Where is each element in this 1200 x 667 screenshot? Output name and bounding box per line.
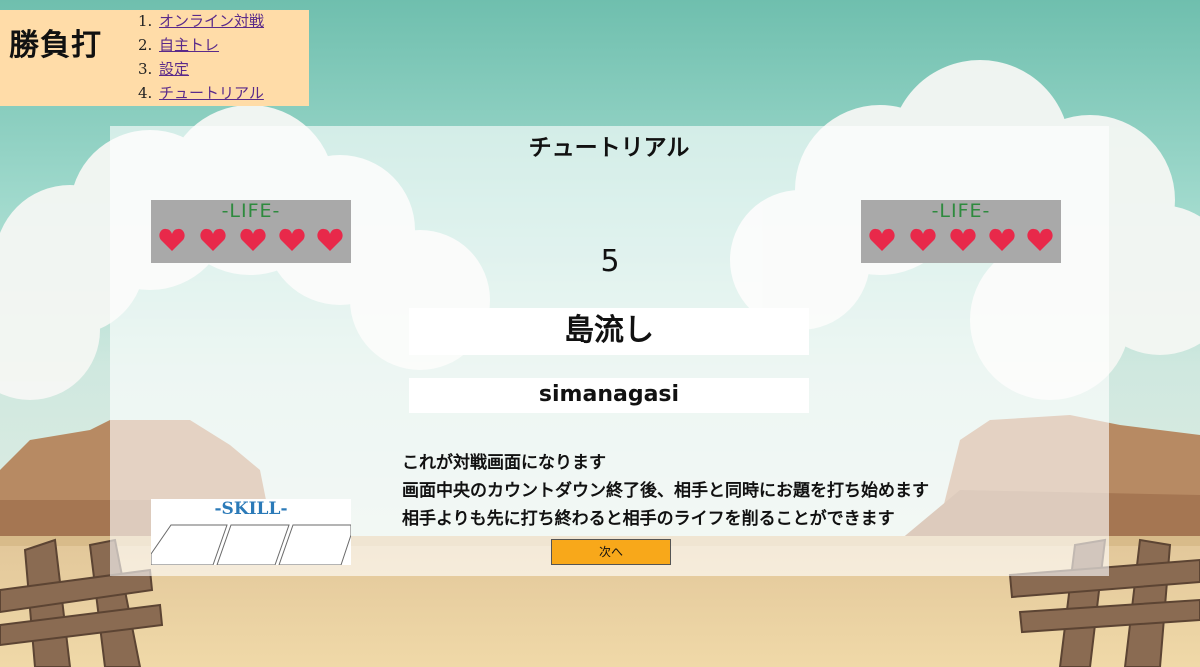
description-line: 相手よりも先に打ち終わると相手のライフを削ることができます (402, 509, 895, 529)
skill-slot (216, 524, 290, 565)
heart-icon (240, 228, 266, 251)
skill-box: -SKILL- (151, 499, 351, 565)
heart-icon (989, 228, 1015, 251)
nav-item-tutorial: 4. チュートリアル (138, 82, 264, 106)
heart-icon (910, 228, 936, 251)
tutorial-description: これが対戦画面になります 画面中央のカウントダウン終了後、相手と同時にお題を打ち… (402, 449, 929, 533)
skill-slot (151, 524, 228, 565)
nav-number: 4. (138, 84, 153, 102)
nav-number: 3. (138, 60, 153, 78)
heart-icon (869, 228, 895, 251)
player-life-box: -LIFE- (151, 200, 351, 263)
description-line: 画面中央のカウントダウン終了後、相手と同時にお題を打ち始めます (402, 481, 929, 501)
life-label: -LIFE- (931, 200, 991, 222)
nav-link-online-battle[interactable]: オンライン対戦 (159, 12, 264, 30)
heart-icon (159, 228, 185, 251)
opponent-life-box: -LIFE- (861, 200, 1061, 263)
heart-icon (317, 228, 343, 251)
top-nav: 勝負打 1. オンライン対戦 2. 自主トレ 3. 設定 4. チュートリアル (0, 10, 309, 106)
app-logo: 勝負打 (9, 28, 102, 63)
nav-link-self-training[interactable]: 自主トレ (159, 36, 219, 54)
nav-link-tutorial[interactable]: チュートリアル (159, 84, 264, 102)
life-label: -LIFE- (221, 200, 281, 222)
target-romaji: simanagasi (409, 378, 809, 413)
nav-number: 1. (138, 12, 153, 30)
heart-icon (950, 228, 976, 251)
heart-icon (200, 228, 226, 251)
skill-slot (278, 524, 351, 565)
countdown-number: 5 (600, 244, 620, 279)
nav-item-practice: 2. 自主トレ (138, 34, 264, 58)
heart-icon (279, 228, 305, 251)
description-line: これが対戦画面になります (402, 453, 606, 473)
target-word: 島流し (409, 308, 809, 355)
nav-item-online: 1. オンライン対戦 (138, 10, 264, 34)
nav-number: 2. (138, 36, 153, 54)
nav-item-settings: 3. 設定 (138, 58, 264, 82)
skill-slots (151, 524, 351, 565)
next-button[interactable]: 次へ (551, 539, 671, 565)
page-title: チュートリアル (528, 135, 690, 161)
heart-icon (1027, 228, 1053, 251)
nav-list: 1. オンライン対戦 2. 自主トレ 3. 設定 4. チュートリアル (138, 10, 264, 106)
nav-link-settings[interactable]: 設定 (159, 60, 189, 78)
